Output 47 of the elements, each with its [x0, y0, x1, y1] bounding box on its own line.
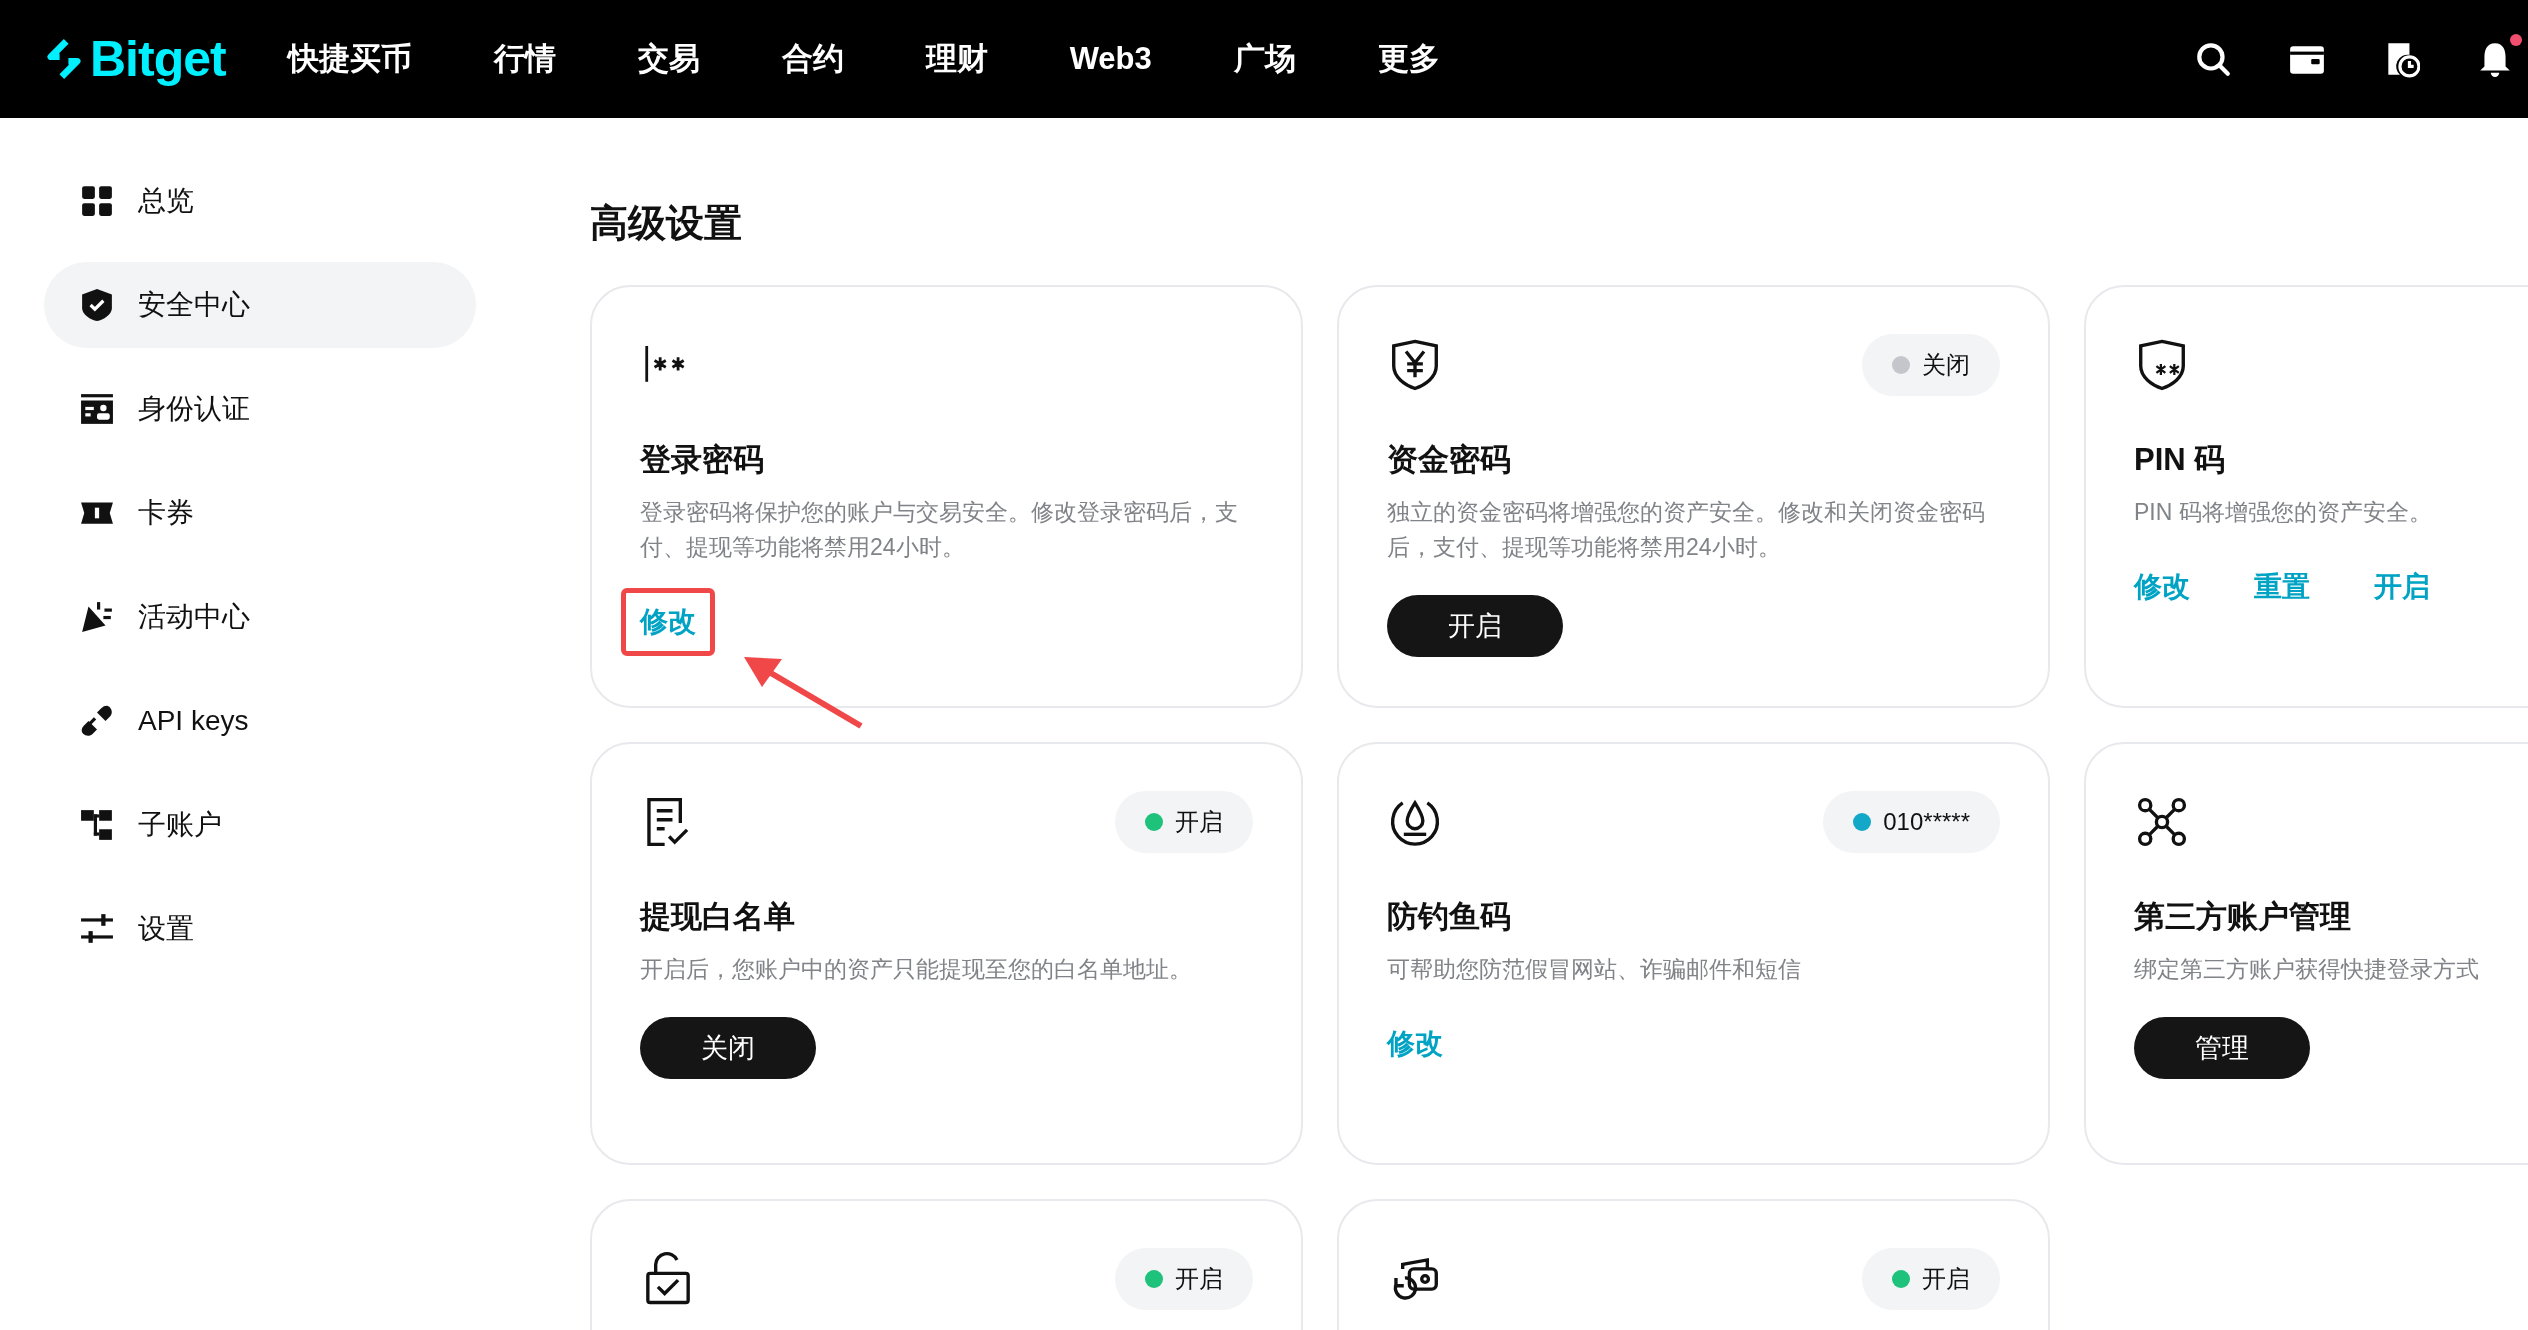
card-title: 防钓鱼码 [1387, 898, 1512, 936]
party-popper-icon [80, 600, 114, 634]
action-button[interactable]: 管理 [2134, 1017, 2310, 1079]
nav-menu-item[interactable]: 广场 [1233, 38, 1296, 80]
search-icon[interactable] [2194, 40, 2232, 78]
nav-menu-item[interactable]: Web3 [1069, 41, 1152, 77]
status-badge: 开启 [1862, 1248, 2000, 1310]
card-description: 开启后，您账户中的资产只能提现至您的白名单地址。 [640, 955, 1193, 984]
card-title: 第三方账户管理 [2134, 898, 2352, 936]
card-title: 提现白名单 [640, 898, 796, 936]
plug-icon [80, 704, 114, 738]
card-description: 绑定第三方账户获得快捷登录方式 [2134, 955, 2480, 984]
status-badge: 关闭 [1862, 334, 2000, 396]
card-title: 资金密码 [1387, 441, 1512, 479]
nav-menu-item[interactable]: 理财 [925, 38, 988, 80]
sidebar-item[interactable]: API keys [44, 678, 476, 764]
sidebar-item[interactable]: 活动中心 [44, 574, 476, 660]
status-badge: 开启 [1115, 1248, 1253, 1310]
logo-text: Bitget [90, 30, 226, 88]
nav-menu-item[interactable]: 行情 [493, 38, 556, 80]
nav-menu-item[interactable]: 合约 [781, 38, 844, 80]
card-description: PIN 码将增强您的资产安全。 [2134, 498, 2433, 527]
sidebar-item[interactable]: 设置 [44, 886, 476, 972]
sidebar-item[interactable]: 子账户 [44, 782, 476, 868]
sidebar-item[interactable]: 身份认证 [44, 366, 476, 452]
sliders-icon [80, 912, 114, 946]
page-title: 高级设置 [590, 201, 743, 246]
sidebar-item[interactable]: 安全中心 [44, 262, 476, 348]
hierarchy-icon [80, 808, 114, 842]
card-description: 可帮助您防范假冒网站、诈骗邮件和短信 [1387, 955, 1802, 984]
card-description: 独立的资金密码将增强您的资产安全。修改和关闭资金密码后，支付、提现等功能将禁用24小时。 [1387, 498, 1986, 562]
nav-menu-item[interactable]: 交易 [637, 38, 700, 80]
card-title: PIN 码 [2134, 441, 2227, 479]
sidebar-item[interactable]: 卡券 [44, 470, 476, 556]
action-button[interactable]: 关闭 [640, 1017, 816, 1079]
nav-menu-item[interactable]: 更多 [1377, 38, 1440, 80]
sidebar-item[interactable]: 总览 [44, 158, 476, 244]
action-button[interactable]: 开启 [1387, 595, 1563, 657]
status-badge: 开启 [1115, 791, 1253, 853]
status-badge: 010***** [1823, 791, 2000, 853]
logo[interactable]: Bitget [42, 30, 226, 88]
shield-check-icon [80, 288, 114, 322]
id-card-icon [80, 392, 114, 426]
nav-menu-item[interactable]: 快捷买币 [287, 38, 412, 80]
grid-icon [80, 184, 114, 218]
card-title: 登录密码 [640, 441, 765, 479]
card-description: 登录密码将保护您的账户与交易安全。修改登录密码后，支付、提现等功能将禁用24小时。 [640, 498, 1239, 562]
